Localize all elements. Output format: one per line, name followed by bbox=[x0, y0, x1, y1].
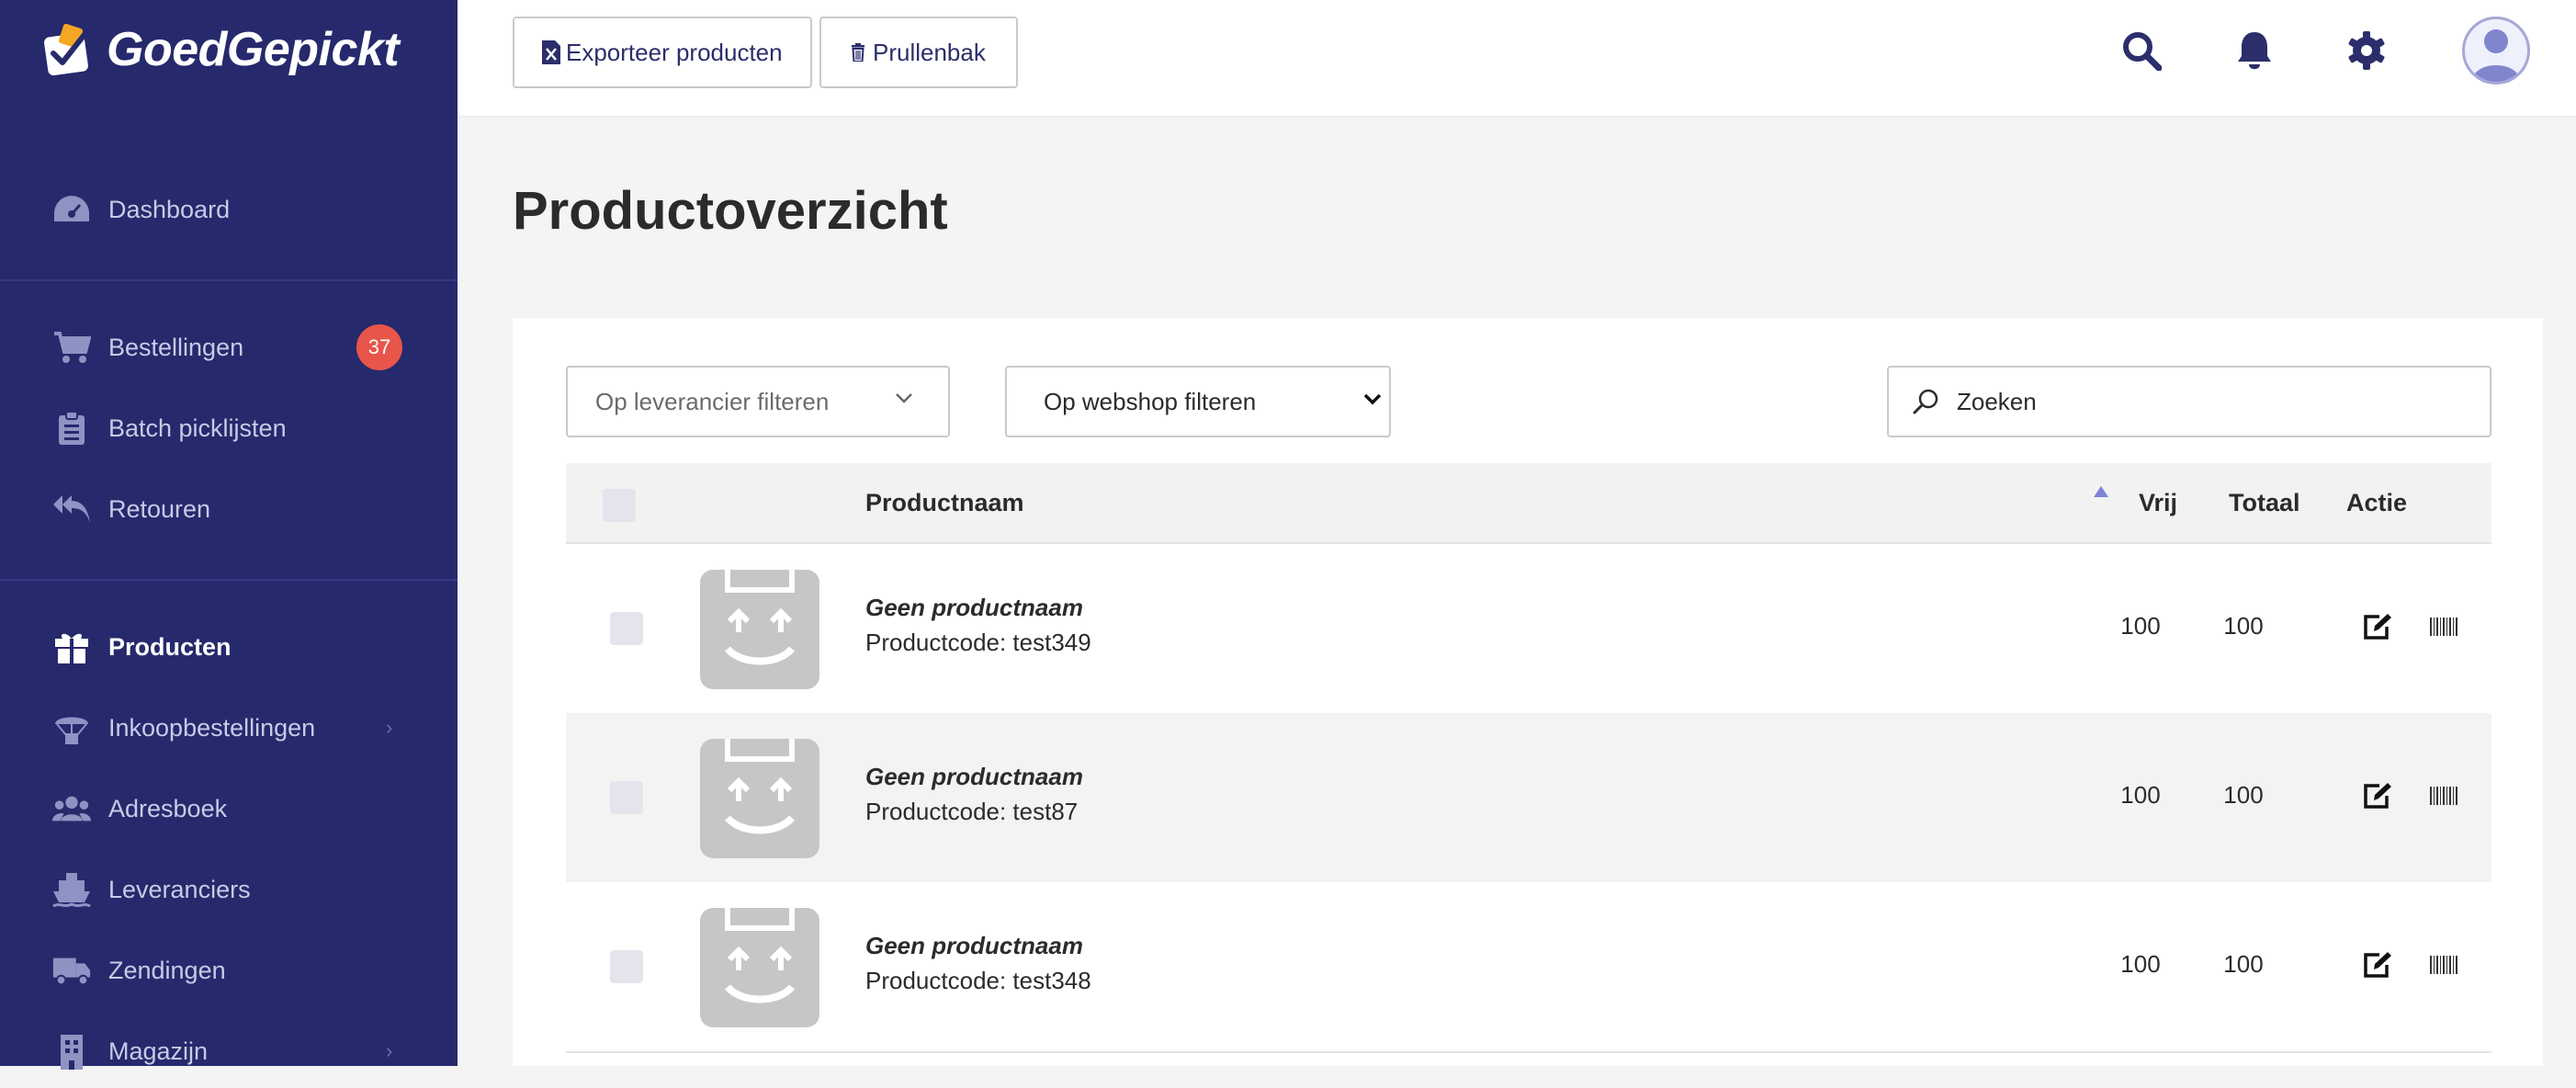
trash-label: Prullenbak bbox=[873, 38, 986, 66]
sidebar-item-bestellingen[interactable]: Bestellingen 37 bbox=[0, 311, 458, 384]
export-products-button[interactable]: Exporteer producten bbox=[513, 17, 812, 88]
sidebar-item-label: Zendingen bbox=[108, 956, 226, 984]
product-code: Productcode: test87 bbox=[865, 798, 1079, 825]
free-stock: 100 bbox=[2120, 781, 2161, 809]
sidebar-item-label: Dashboard bbox=[108, 195, 231, 223]
page-title: Productoverzicht bbox=[513, 181, 948, 241]
sidebar-item-label: Retouren bbox=[108, 494, 211, 523]
chevron-down-icon bbox=[895, 391, 913, 404]
ship-icon bbox=[51, 869, 92, 910]
product-placeholder-image bbox=[700, 570, 819, 689]
search-placeholder: Zoeken bbox=[1957, 387, 2037, 415]
sidebar-item-label: Inkoopbestellingen bbox=[108, 713, 316, 742]
edit-icon[interactable] bbox=[2359, 777, 2396, 814]
search-icon bbox=[1911, 387, 1940, 416]
product-placeholder-image bbox=[700, 908, 819, 1027]
sidebar-divider bbox=[0, 279, 458, 281]
supplier-filter-placeholder: Op leverancier filteren bbox=[595, 387, 830, 415]
sidebar-divider bbox=[0, 579, 458, 581]
sidebar-item-label: Leveranciers bbox=[108, 875, 251, 903]
sidebar-item-label: Batch picklijsten bbox=[108, 414, 287, 442]
table-row[interactable]: Geen productnaam Productcode: test348 10… bbox=[566, 882, 2491, 1053]
barcode-icon[interactable] bbox=[2425, 777, 2462, 814]
sidebar-item-adresboek[interactable]: Adresboek bbox=[0, 772, 458, 845]
product-placeholder-image bbox=[700, 739, 819, 858]
products-card: Op leverancier filteren Op webshop filte… bbox=[513, 318, 2543, 1066]
export-products-label: Exporteer producten bbox=[566, 38, 783, 66]
logo-icon bbox=[44, 23, 93, 76]
reply-all-icon bbox=[51, 489, 92, 529]
building-icon bbox=[51, 1031, 92, 1071]
column-header-productnaam[interactable]: Productnaam bbox=[865, 463, 1024, 542]
table-header: Productnaam Vrij Totaal Actie bbox=[566, 463, 2491, 544]
sidebar-item-producten[interactable]: Producten bbox=[0, 610, 458, 684]
row-checkbox[interactable] bbox=[610, 781, 643, 814]
row-checkbox[interactable] bbox=[610, 950, 643, 983]
product-name[interactable]: Geen productnaam bbox=[865, 763, 1083, 791]
gift-icon bbox=[51, 627, 92, 667]
total-stock: 100 bbox=[2223, 781, 2264, 809]
logo[interactable]: GoedGepickt bbox=[40, 17, 400, 83]
avatar[interactable] bbox=[2462, 17, 2530, 85]
total-stock: 100 bbox=[2223, 612, 2264, 640]
sidebar-item-zendingen[interactable]: Zendingen bbox=[0, 934, 458, 1007]
row-checkbox[interactable] bbox=[610, 612, 643, 645]
column-header-totaal[interactable]: Totaal bbox=[2229, 463, 2300, 542]
truck-icon bbox=[51, 950, 92, 991]
chevron-down-icon bbox=[1363, 393, 1382, 406]
search-input[interactable]: Zoeken bbox=[1887, 366, 2491, 437]
column-header-actie: Actie bbox=[2346, 488, 2408, 516]
file-excel-icon bbox=[542, 40, 560, 64]
sidebar-item-label: Adresboek bbox=[108, 794, 228, 822]
product-code: Productcode: test348 bbox=[865, 967, 1091, 994]
parachute-box-icon bbox=[51, 708, 92, 748]
webshop-filter-select[interactable]: Op webshop filteren bbox=[1005, 366, 1391, 437]
sidebar-item-dashboard[interactable]: Dashboard bbox=[0, 173, 458, 246]
users-icon bbox=[51, 788, 92, 829]
gear-icon[interactable] bbox=[2339, 23, 2394, 78]
clipboard-icon bbox=[51, 408, 92, 448]
trash-icon bbox=[851, 43, 865, 62]
free-stock: 100 bbox=[2120, 950, 2161, 978]
sidebar-item-batch-picklijsten[interactable]: Batch picklijsten bbox=[0, 391, 458, 465]
bell-icon[interactable] bbox=[2227, 23, 2282, 78]
sort-ascending-icon[interactable] bbox=[2093, 485, 2109, 498]
sidebar-item-retouren[interactable]: Retouren bbox=[0, 472, 458, 546]
barcode-icon[interactable] bbox=[2425, 946, 2462, 983]
tachometer-icon bbox=[51, 189, 92, 230]
sidebar: GoedGepickt Dashboard Bestellingen 37 Ba… bbox=[0, 0, 458, 1070]
webshop-filter-value: Op webshop filteren bbox=[1044, 387, 1257, 415]
sidebar-item-magazijn[interactable]: Magazijn › bbox=[0, 1014, 458, 1088]
table-row[interactable]: Geen productnaam Productcode: test87 100… bbox=[566, 713, 2491, 884]
total-stock: 100 bbox=[2223, 950, 2264, 978]
barcode-icon[interactable] bbox=[2425, 608, 2462, 645]
product-name[interactable]: Geen productnaam bbox=[865, 932, 1083, 960]
sidebar-item-label: Magazijn bbox=[108, 1037, 209, 1065]
chevron-right-icon: › bbox=[386, 1039, 393, 1062]
supplier-filter-dropdown[interactable]: Op leverancier filteren bbox=[566, 366, 950, 437]
search-icon[interactable] bbox=[2114, 23, 2169, 78]
select-all-checkbox[interactable] bbox=[603, 489, 636, 522]
column-header-vrij[interactable]: Vrij bbox=[2139, 463, 2177, 542]
table-row[interactable]: Geen productnaam Productcode: test349 10… bbox=[566, 544, 2491, 715]
cart-icon bbox=[51, 327, 92, 368]
product-name[interactable]: Geen productnaam bbox=[865, 594, 1083, 622]
logo-text: GoedGepickt bbox=[107, 23, 400, 76]
sidebar-item-label: Producten bbox=[108, 632, 232, 661]
orders-count-badge: 37 bbox=[356, 324, 402, 370]
edit-icon[interactable] bbox=[2359, 608, 2396, 645]
top-header: Exporteer producten Prullenbak bbox=[458, 0, 2576, 116]
free-stock: 100 bbox=[2120, 612, 2161, 640]
sidebar-item-inkoopbestellingen[interactable]: Inkoopbestellingen › bbox=[0, 691, 458, 765]
trash-button[interactable]: Prullenbak bbox=[819, 17, 1018, 88]
product-code: Productcode: test349 bbox=[865, 629, 1091, 656]
sidebar-item-leveranciers[interactable]: Leveranciers bbox=[0, 853, 458, 926]
edit-icon[interactable] bbox=[2359, 946, 2396, 983]
chevron-right-icon: › bbox=[386, 716, 393, 739]
sidebar-item-label: Bestellingen bbox=[108, 333, 244, 361]
